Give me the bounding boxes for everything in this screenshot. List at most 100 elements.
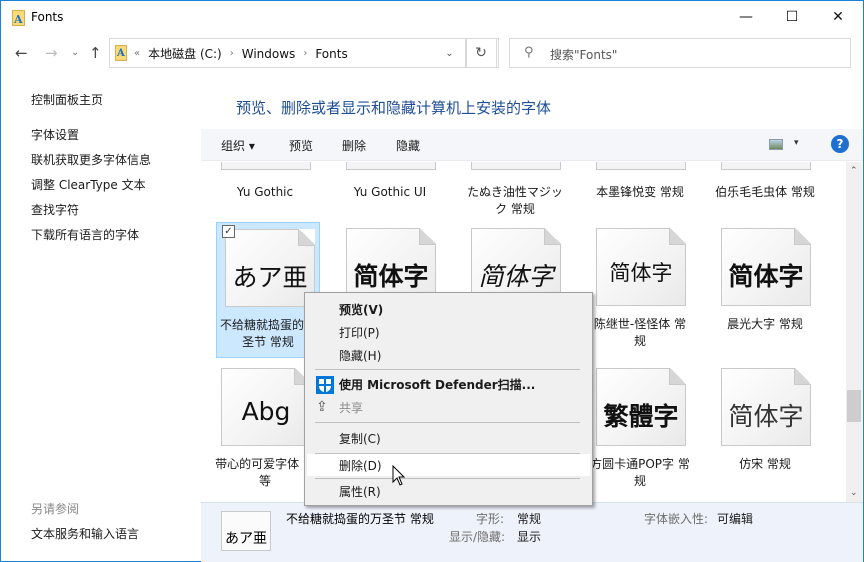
forward-button[interactable]: → (45, 44, 58, 62)
font-name: Yu Gothic (236, 185, 294, 199)
font-sample: あア亜 (232, 263, 308, 292)
font-item[interactable]: 本墨锋悦变 常规 (588, 162, 692, 226)
font-sample: Abg (241, 397, 291, 426)
menu-item-share[interactable]: ⇪ 共享 (307, 396, 590, 418)
font-file-icon: 简体字 (721, 228, 811, 306)
menu-label: 使用 Microsoft Defender扫描... (339, 378, 536, 392)
item-checkbox[interactable]: ✓ (222, 225, 235, 238)
font-item[interactable]: 繁體字 方圆卡通POP字 常规 (588, 362, 692, 498)
fonts-folder-icon: A (115, 45, 127, 61)
font-name: Yu Gothic UI (353, 185, 427, 199)
font-sample: 简体字 (353, 262, 429, 291)
chevron-right-icon[interactable]: › (230, 48, 234, 59)
details-font-name: 不给糖就捣蛋的万圣节 常规 (286, 512, 434, 526)
context-menu: 预览(V) 打印(P) 隐藏(H) 使用 Microsoft Defender扫… (304, 292, 593, 506)
scroll-thumb[interactable] (847, 390, 861, 422)
menu-item-copy[interactable]: 复制(C) (307, 427, 590, 449)
help-button[interactable]: ? (831, 135, 849, 153)
search-input[interactable]: ⚲ 搜索"Fonts" (509, 38, 851, 68)
menu-label: 预览(V) (339, 303, 384, 317)
menu-item-print[interactable]: 打印(P) (307, 321, 590, 343)
view-icon[interactable] (769, 139, 783, 150)
sidebar-link-find-character[interactable]: 查找字符 (31, 201, 79, 218)
details-style-value: 常规 (517, 512, 542, 526)
menu-item-properties[interactable]: 属性(R) (307, 480, 590, 502)
breadcrumb-fonts[interactable]: Fonts (315, 47, 347, 61)
font-item[interactable]: Abg 带心的可爱字体 中等 (213, 362, 317, 498)
menu-label: 共享 (339, 401, 364, 415)
breadcrumb-overflow[interactable]: « (134, 48, 140, 59)
font-sample: 简体字 (728, 402, 804, 431)
back-button[interactable]: ← (15, 44, 28, 62)
font-item[interactable]: 简体字 陈继世-怪怪体 常规 (588, 222, 692, 358)
defender-shield-icon (316, 376, 334, 394)
font-item[interactable]: 伯乐毛毛虫体 常规 (713, 162, 817, 226)
sidebar-link-control-panel-home[interactable]: 控制面板主页 (31, 91, 103, 108)
sidebar-link-font-settings[interactable]: 字体设置 (31, 126, 79, 143)
font-item[interactable]: Yu Gothic (213, 162, 317, 226)
view-dropdown-button[interactable]: ▾ (794, 138, 799, 148)
menu-item-delete[interactable]: 删除(D) (307, 454, 590, 476)
address-dropdown-button[interactable]: ⌄ (433, 38, 467, 68)
breadcrumb-windows[interactable]: Windows (242, 47, 296, 61)
details-pane: あア亜 不给糖就捣蛋的万圣节 常规 字形: 常规 显示/隐藏: 显示 字体嵌入性… (201, 502, 863, 562)
search-placeholder: 搜索"Fonts" (550, 48, 618, 62)
details-style-label: 字形: (476, 512, 505, 526)
menu-separator (315, 369, 580, 370)
refresh-button[interactable]: ↻ (465, 38, 497, 68)
recent-locations-button[interactable]: ⌄ (71, 47, 79, 58)
font-file-icon: あア亜 (221, 511, 271, 551)
scroll-down-button[interactable]: ⌄ (850, 488, 858, 498)
details-sample: あア亜 (225, 531, 267, 547)
scroll-up-button[interactable]: ⌃ (850, 166, 858, 176)
fonts-folder-icon: A (12, 10, 25, 26)
page-title: 预览、删除或者显示和隐藏计算机上安装的字体 (236, 99, 552, 117)
menu-label: 复制(C) (339, 432, 381, 446)
menu-item-hide[interactable]: 隐藏(H) (307, 344, 590, 366)
details-embed-value: 可编辑 (717, 512, 754, 526)
sidebar-link-text-services[interactable]: 文本服务和输入语言 (31, 525, 139, 542)
window-title: Fonts (31, 10, 64, 24)
close-button[interactable]: ✕ (815, 1, 861, 33)
delete-button[interactable]: 删除 (342, 137, 366, 154)
font-name: 陈继世-怪怪体 常规 (593, 317, 687, 348)
breadcrumb-local-disk[interactable]: 本地磁盘 (C:) (148, 45, 222, 62)
font-item[interactable]: 简体字 仿宋 常规 (713, 362, 817, 498)
font-name: 晨光大字 常规 (727, 317, 803, 331)
menu-separator (315, 478, 580, 479)
sidebar-link-download-fonts[interactable]: 下载所有语言的字体 (31, 226, 139, 243)
minimize-button[interactable]: — (723, 1, 769, 33)
details-visibility-label: 显示/隐藏: (449, 530, 506, 544)
breadcrumb: « 本地磁盘 (C:) › Windows › Fonts (134, 45, 348, 62)
font-name: たぬき油性マジック 常规 (467, 185, 563, 216)
font-name: 伯乐毛毛虫体 常规 (715, 185, 815, 199)
maximize-button[interactable]: ☐ (769, 1, 815, 33)
sidebar-link-get-more-fonts[interactable]: 联机获取更多字体信息 (31, 151, 151, 168)
font-item[interactable]: Yu Gothic UI (338, 162, 442, 226)
command-bar: 组织 ▾ 预览 删除 隐藏 ▾ ? (201, 129, 863, 161)
font-name: 方圆卡通POP字 常规 (590, 457, 690, 488)
chevron-right-icon[interactable]: › (303, 48, 307, 59)
menu-item-preview[interactable]: 预览(V) (307, 298, 590, 320)
sidebar: 控制面板主页 字体设置 联机获取更多字体信息 调整 ClearType 文本 查… (1, 74, 201, 562)
font-item[interactable]: たぬき油性マジック 常规 (463, 162, 567, 226)
preview-button[interactable]: 预览 (289, 137, 313, 154)
vertical-scrollbar[interactable]: ⌃ ⌄ (846, 162, 862, 502)
mouse-cursor-icon (392, 465, 406, 486)
up-button[interactable]: ↑ (89, 44, 102, 62)
share-icon: ⇪ (316, 399, 328, 415)
hide-button[interactable]: 隐藏 (396, 137, 420, 154)
font-name: 仿宋 常规 (739, 457, 791, 471)
font-file-icon: Abg (221, 368, 311, 446)
menu-item-defender-scan[interactable]: 使用 Microsoft Defender扫描... (307, 373, 590, 395)
font-file-icon: 简体字 (596, 228, 686, 306)
organize-button[interactable]: 组织 ▾ (221, 137, 255, 154)
font-sample: 简体字 (728, 262, 804, 291)
font-sample: 简体字 (609, 261, 673, 285)
font-name: 本墨锋悦变 常规 (596, 185, 684, 199)
menu-label: 打印(P) (339, 326, 380, 340)
font-item[interactable]: 简体字 晨光大字 常规 (713, 222, 817, 358)
sidebar-link-cleartype[interactable]: 调整 ClearType 文本 (31, 176, 146, 193)
font-file-icon: 简体字 (721, 368, 811, 446)
font-file-icon: 繁體字 (596, 368, 686, 446)
